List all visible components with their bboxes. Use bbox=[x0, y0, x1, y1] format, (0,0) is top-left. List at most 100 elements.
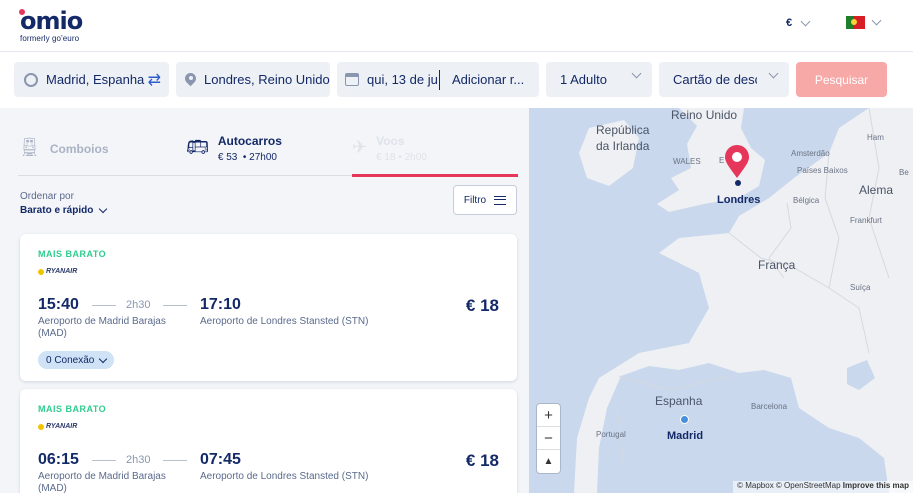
map-label-ireland-1: República bbox=[596, 123, 650, 137]
attribution-osm[interactable]: © OpenStreetMap bbox=[776, 481, 841, 490]
connections-label: 0 Conexão bbox=[46, 354, 95, 366]
map-label-belgium: Bélgica bbox=[793, 196, 820, 205]
chevron-down-icon bbox=[871, 15, 882, 26]
passengers-value: 1 Adulto bbox=[560, 72, 607, 87]
map-label-netherlands: Países Baixos bbox=[797, 166, 848, 175]
tab-buses[interactable]: 🚌︎ Autocarros € 53 • 27h00 bbox=[186, 132, 282, 176]
plane-icon: ✈︎ bbox=[352, 137, 368, 157]
date-divider bbox=[439, 69, 440, 90]
transport-tabs: 🚆︎ Comboios 🚌︎ Autocarros € 53 • 27h00 ✈… bbox=[18, 132, 518, 177]
tab-trains-label: Comboios bbox=[49, 142, 109, 156]
origin-circle-icon bbox=[24, 72, 38, 87]
passengers-field[interactable]: 1 Adulto bbox=[546, 62, 652, 97]
harp-icon bbox=[38, 423, 44, 430]
map-city-madrid: Madrid bbox=[667, 430, 704, 442]
arrival-time: 17:10 bbox=[200, 296, 241, 313]
top-bar: omio formerly go'euro € bbox=[0, 0, 913, 52]
chevron-down-icon bbox=[631, 68, 642, 79]
map-label-germany: Alema bbox=[859, 183, 894, 197]
route-map[interactable]: Reino Unido República da Irlanda WALES E… bbox=[529, 108, 913, 493]
chevron-down-icon bbox=[99, 204, 108, 213]
departure-date: qui, 13 de jun bbox=[367, 72, 437, 87]
map-land bbox=[574, 108, 913, 493]
improve-map-link[interactable]: Improve this map bbox=[843, 481, 909, 490]
map-label-uk: Reino Unido bbox=[671, 108, 738, 122]
destination-field[interactable]: Londres, Reino Unido bbox=[176, 62, 330, 97]
filter-icon bbox=[494, 195, 507, 205]
active-tab-indicator bbox=[352, 174, 518, 177]
zoom-out-button[interactable]: − bbox=[537, 427, 560, 450]
map-label-hamburg: Ham bbox=[867, 133, 884, 142]
filter-button[interactable]: Filtro bbox=[453, 185, 517, 215]
map-label-spain: Espanha bbox=[655, 394, 703, 408]
portugal-flag-icon bbox=[846, 16, 865, 29]
zoom-controls: + − ▲ bbox=[537, 404, 560, 473]
tab-flights[interactable]: ✈︎ Voos € 18 • 2h00 bbox=[352, 132, 427, 176]
departure-station: Aeroporto de Madrid Barajas (MAD) bbox=[38, 471, 166, 493]
price: € 18 bbox=[465, 451, 499, 470]
carrier-logo: RYANAIR bbox=[38, 423, 77, 430]
origin-value: Madrid, Espanha bbox=[46, 72, 145, 87]
carrier-name: RYANAIR bbox=[46, 268, 78, 275]
map-label-wales: WALES bbox=[673, 157, 701, 166]
map-label-amsterdam: Amsterdão bbox=[791, 149, 830, 158]
map-city-london: Londres bbox=[717, 194, 761, 206]
omio-logo[interactable]: omio formerly go'euro bbox=[19, 7, 83, 43]
departure-time: 15:40 bbox=[38, 296, 79, 313]
tab-buses-label: Autocarros bbox=[217, 134, 282, 148]
destination-pin-icon bbox=[725, 145, 749, 178]
departure-time: 06:15 bbox=[38, 451, 79, 468]
cheapest-tag: MAIS BARATO bbox=[38, 404, 107, 414]
harp-icon bbox=[38, 268, 44, 275]
logo-text: omio bbox=[20, 7, 83, 35]
carrier-logo: RYANAIR bbox=[38, 268, 77, 275]
currency-label: € bbox=[786, 17, 793, 29]
calendar-icon bbox=[345, 73, 359, 86]
connections-badge[interactable]: 0 Conexão bbox=[38, 351, 115, 369]
arrival-station: Aeroporto de Londres Stansted (STN) bbox=[200, 471, 369, 482]
arrival-time: 07:45 bbox=[200, 451, 241, 468]
map-label-barcelona: Barcelona bbox=[751, 402, 788, 411]
discount-card-field[interactable]: Cartão de desconto bbox=[659, 62, 789, 97]
duration: 2h30 bbox=[126, 299, 151, 311]
result-card[interactable]: MAIS BARATO RYANAIR 06:15 2h30 07:45 Aer… bbox=[20, 389, 517, 493]
zoom-in-button[interactable]: + bbox=[537, 404, 560, 427]
tab-trains[interactable]: 🚆︎ Comboios bbox=[18, 132, 109, 176]
train-icon: 🚆︎ bbox=[18, 137, 41, 157]
departure-station: Aeroporto de Madrid Barajas (MAD) bbox=[38, 316, 166, 339]
date-field[interactable]: qui, 13 de jun Adicionar r... bbox=[337, 62, 539, 97]
carrier-name: RYANAIR bbox=[46, 423, 78, 430]
sort-dropdown[interactable]: Barato e rápido bbox=[20, 204, 108, 216]
swap-icon[interactable]: ⇄ bbox=[148, 70, 161, 90]
compass-button[interactable]: ▲ bbox=[537, 450, 560, 473]
arrival-station: Aeroporto de Londres Stansted (STN) bbox=[200, 316, 369, 327]
map-label-france: França bbox=[758, 258, 796, 272]
search-bar: Madrid, Espanha ⇄ Londres, Reino Unido q… bbox=[0, 52, 913, 108]
result-card[interactable]: MAIS BARATO RYANAIR 15:40 2h30 17:10 Aer… bbox=[20, 234, 517, 381]
return-date-placeholder[interactable]: Adicionar r... bbox=[452, 72, 524, 87]
london-dot bbox=[735, 180, 741, 186]
search-button[interactable]: Pesquisar bbox=[796, 62, 887, 97]
sort-value: Barato e rápido bbox=[20, 205, 94, 216]
attribution-mapbox[interactable]: © Mapbox bbox=[737, 481, 774, 490]
duration-line bbox=[92, 305, 116, 306]
language-selector[interactable] bbox=[846, 15, 882, 29]
map-label-berlin: Be bbox=[899, 168, 909, 177]
price: € 18 bbox=[465, 296, 499, 315]
filter-label: Filtro bbox=[463, 194, 487, 206]
madrid-dot bbox=[680, 415, 689, 424]
currency-selector[interactable]: € bbox=[786, 16, 811, 29]
tab-buses-price: € 53 bbox=[217, 152, 238, 163]
results-panel: 🚆︎ Comboios 🚌︎ Autocarros € 53 • 27h00 ✈… bbox=[0, 108, 529, 493]
bus-icon: 🚌︎ bbox=[186, 137, 209, 157]
map-label-switzerland: Suíça bbox=[850, 283, 871, 292]
origin-field[interactable]: Madrid, Espanha ⇄ bbox=[14, 62, 169, 97]
chevron-down-icon bbox=[99, 354, 108, 363]
duration-line bbox=[163, 460, 187, 461]
tab-flights-sub: € 18 • 2h00 bbox=[376, 152, 427, 163]
cheapest-tag: MAIS BARATO bbox=[38, 249, 107, 259]
map-attribution: © Mapbox © OpenStreetMap Improve this ma… bbox=[733, 481, 913, 493]
duration-line bbox=[92, 460, 116, 461]
map-label-portugal: Portugal bbox=[596, 430, 626, 439]
logo-dot bbox=[19, 9, 25, 15]
